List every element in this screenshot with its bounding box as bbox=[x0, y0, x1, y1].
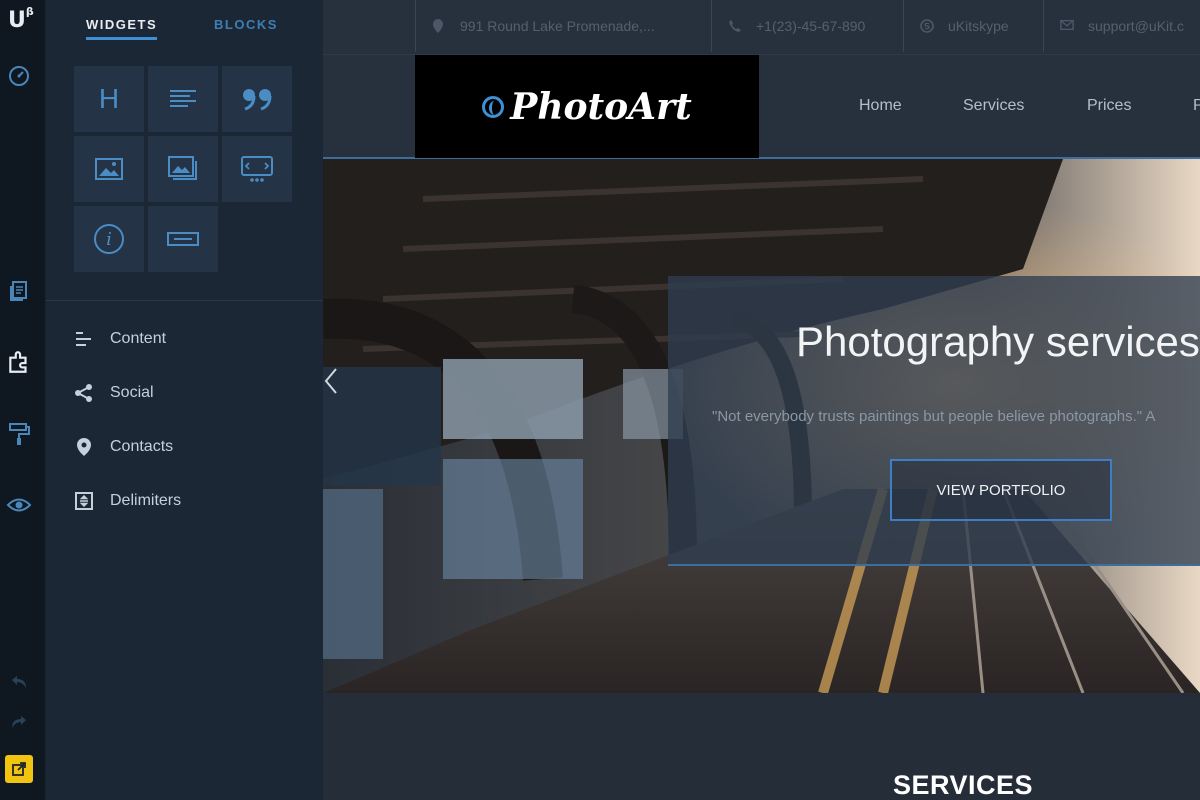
editor-rail: Uβ bbox=[0, 0, 46, 800]
tab-widgets[interactable]: WIDGETS bbox=[86, 17, 158, 40]
chevron-left-icon bbox=[324, 368, 337, 394]
services-heading: SERVICES bbox=[893, 770, 1034, 800]
category-content[interactable]: Content bbox=[74, 327, 166, 351]
phone-icon bbox=[728, 19, 742, 33]
location-pin-icon bbox=[432, 19, 446, 33]
pages-icon[interactable] bbox=[5, 277, 33, 305]
hero-quote: "Not everybody trusts paintings but peop… bbox=[712, 408, 1156, 425]
undo-icon[interactable] bbox=[5, 668, 33, 696]
hero-title: Photography services bbox=[796, 318, 1200, 365]
nav-prices[interactable]: Prices bbox=[1087, 97, 1131, 115]
editor-window: Uβ WIDGETS BLOCKS H i Content Social Con… bbox=[0, 0, 1200, 800]
nav-home[interactable]: Home bbox=[859, 97, 902, 115]
category-contacts[interactable]: Contacts bbox=[74, 435, 173, 459]
topbar-email[interactable]: support@uKit.c bbox=[1043, 0, 1200, 52]
logo-beta: β bbox=[25, 4, 34, 18]
widget-gallery[interactable] bbox=[148, 136, 218, 202]
widgets-panel: WIDGETS BLOCKS H i Content Social Contac… bbox=[46, 0, 323, 800]
publish-icon[interactable] bbox=[5, 755, 33, 783]
panel-divider bbox=[46, 300, 323, 301]
site-topbar: 991 Round Lake Promenade,... +1(23)-45-6… bbox=[323, 0, 1200, 55]
gallery-icon bbox=[168, 156, 197, 180]
content-icon bbox=[74, 329, 94, 349]
ukit-logo[interactable]: Uβ bbox=[8, 4, 34, 33]
widget-info[interactable]: i bbox=[74, 206, 144, 272]
widget-slider[interactable] bbox=[222, 136, 292, 202]
button-icon bbox=[167, 232, 199, 246]
category-label: Delimiters bbox=[110, 492, 182, 509]
hero-overlay: Photography services "Not everybody trus… bbox=[668, 276, 1200, 566]
category-label: Social bbox=[110, 384, 154, 401]
topbar-skype-text: uKitskype bbox=[948, 18, 1009, 34]
topbar-phone-text: +1(23)-45-67-890 bbox=[756, 18, 866, 34]
site-preview: 991 Round Lake Promenade,... +1(23)-45-6… bbox=[323, 0, 1200, 800]
logo-letter: U bbox=[8, 8, 26, 33]
site-header: PhotoArt Home Services Prices P bbox=[323, 55, 1200, 159]
delimiter-icon bbox=[74, 491, 94, 511]
hero-slider: Photography services "Not everybody trus… bbox=[323, 159, 1200, 693]
category-social[interactable]: Social bbox=[74, 381, 154, 405]
quote-icon bbox=[243, 89, 272, 111]
widget-quote[interactable] bbox=[222, 66, 292, 132]
image-icon bbox=[95, 158, 123, 180]
dashboard-icon[interactable] bbox=[5, 62, 33, 90]
topbar-phone[interactable]: +1(23)-45-67-890 bbox=[711, 0, 903, 52]
topbar-address-text: 991 Round Lake Promenade,... bbox=[460, 18, 655, 34]
widget-image[interactable] bbox=[74, 136, 144, 202]
nav-more[interactable]: P bbox=[1193, 97, 1200, 115]
widgets-icon[interactable] bbox=[5, 348, 33, 376]
redo-icon[interactable] bbox=[5, 708, 33, 736]
heading-icon: H bbox=[98, 83, 120, 114]
share-icon bbox=[74, 383, 94, 403]
text-icon bbox=[170, 90, 196, 107]
site-logo-text: PhotoArt bbox=[510, 85, 692, 128]
mail-icon bbox=[1060, 19, 1074, 33]
info-icon: i bbox=[94, 224, 124, 254]
category-label: Contacts bbox=[110, 438, 174, 455]
widget-heading[interactable]: H bbox=[74, 66, 144, 132]
camera-lens-icon bbox=[482, 95, 505, 118]
widget-button[interactable] bbox=[148, 206, 218, 272]
design-icon[interactable] bbox=[5, 420, 33, 448]
location-pin-icon bbox=[74, 437, 94, 457]
topbar-email-text: support@uKit.c bbox=[1088, 18, 1184, 34]
slider-prev-button[interactable] bbox=[323, 367, 441, 485]
topbar-address[interactable]: 991 Round Lake Promenade,... bbox=[415, 0, 711, 52]
site-logo[interactable]: PhotoArt bbox=[415, 55, 759, 158]
skype-icon bbox=[920, 19, 934, 33]
nav-services[interactable]: Services bbox=[963, 97, 1024, 115]
view-portfolio-button[interactable]: VIEW PORTFOLIO bbox=[890, 459, 1112, 521]
topbar-skype[interactable]: uKitskype bbox=[903, 0, 1043, 52]
tab-blocks[interactable]: BLOCKS bbox=[214, 17, 278, 32]
category-label: Content bbox=[110, 330, 167, 347]
preview-icon[interactable] bbox=[5, 491, 33, 519]
widget-text[interactable] bbox=[148, 66, 218, 132]
category-delimiters[interactable]: Delimiters bbox=[74, 489, 181, 513]
slider-icon bbox=[241, 156, 273, 182]
